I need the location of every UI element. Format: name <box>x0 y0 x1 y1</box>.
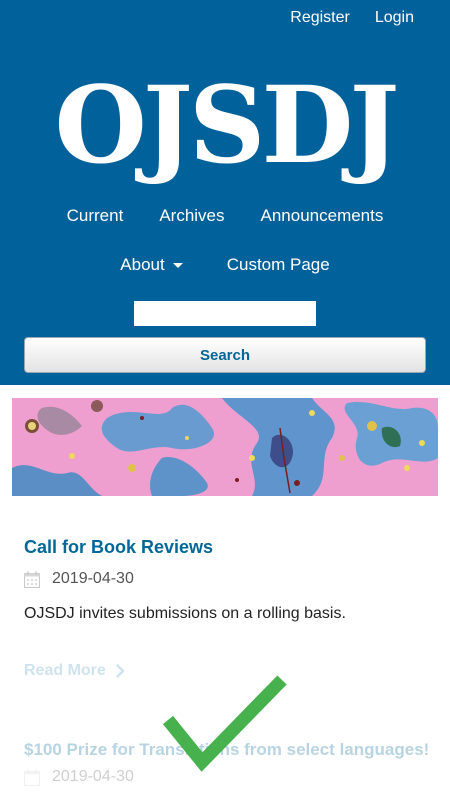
nav-item-archives[interactable]: Archives <box>159 206 224 226</box>
nav-item-custom-page[interactable]: Custom Page <box>227 255 330 275</box>
nav-item-about-label: About <box>120 255 165 274</box>
announcement-title-link[interactable]: Call for Book Reviews <box>24 537 213 558</box>
chevron-right-icon <box>116 664 125 678</box>
announcement-summary: OJSDJ invites submissions on a rolling b… <box>24 605 346 622</box>
search-button[interactable]: Search <box>24 337 426 373</box>
nav-item-about[interactable]: About <box>120 255 183 275</box>
announcement-date: 2019-04-30 <box>52 570 134 587</box>
read-more-label: Read More <box>24 662 106 679</box>
calendar-icon <box>24 769 40 786</box>
site-logo[interactable]: OJSDJ <box>0 72 450 178</box>
announcement-date-2: 2019-04-30 <box>52 768 134 785</box>
primary-nav: Current Archives Announcements <box>0 206 450 226</box>
nav-item-current[interactable]: Current <box>67 206 124 226</box>
site-header: Register Login OJSDJ Current Archives An… <box>0 0 450 385</box>
user-nav: Register Login <box>290 9 414 27</box>
date-row: 2019-04-30 <box>24 570 213 588</box>
login-link[interactable]: Login <box>375 9 414 27</box>
banner-image <box>12 398 438 496</box>
nav-item-announcements[interactable]: Announcements <box>261 206 384 226</box>
primary-nav-row-2: About Custom Page <box>0 255 450 275</box>
caret-down-icon <box>172 263 183 269</box>
register-link[interactable]: Register <box>290 9 350 27</box>
read-more-link[interactable]: Read More <box>24 662 125 680</box>
checkmark-icon <box>162 675 287 772</box>
search-input[interactable] <box>134 301 316 326</box>
calendar-icon <box>24 571 40 588</box>
announcement-item: Call for Book Reviews 2019-04-30 <box>24 537 213 588</box>
